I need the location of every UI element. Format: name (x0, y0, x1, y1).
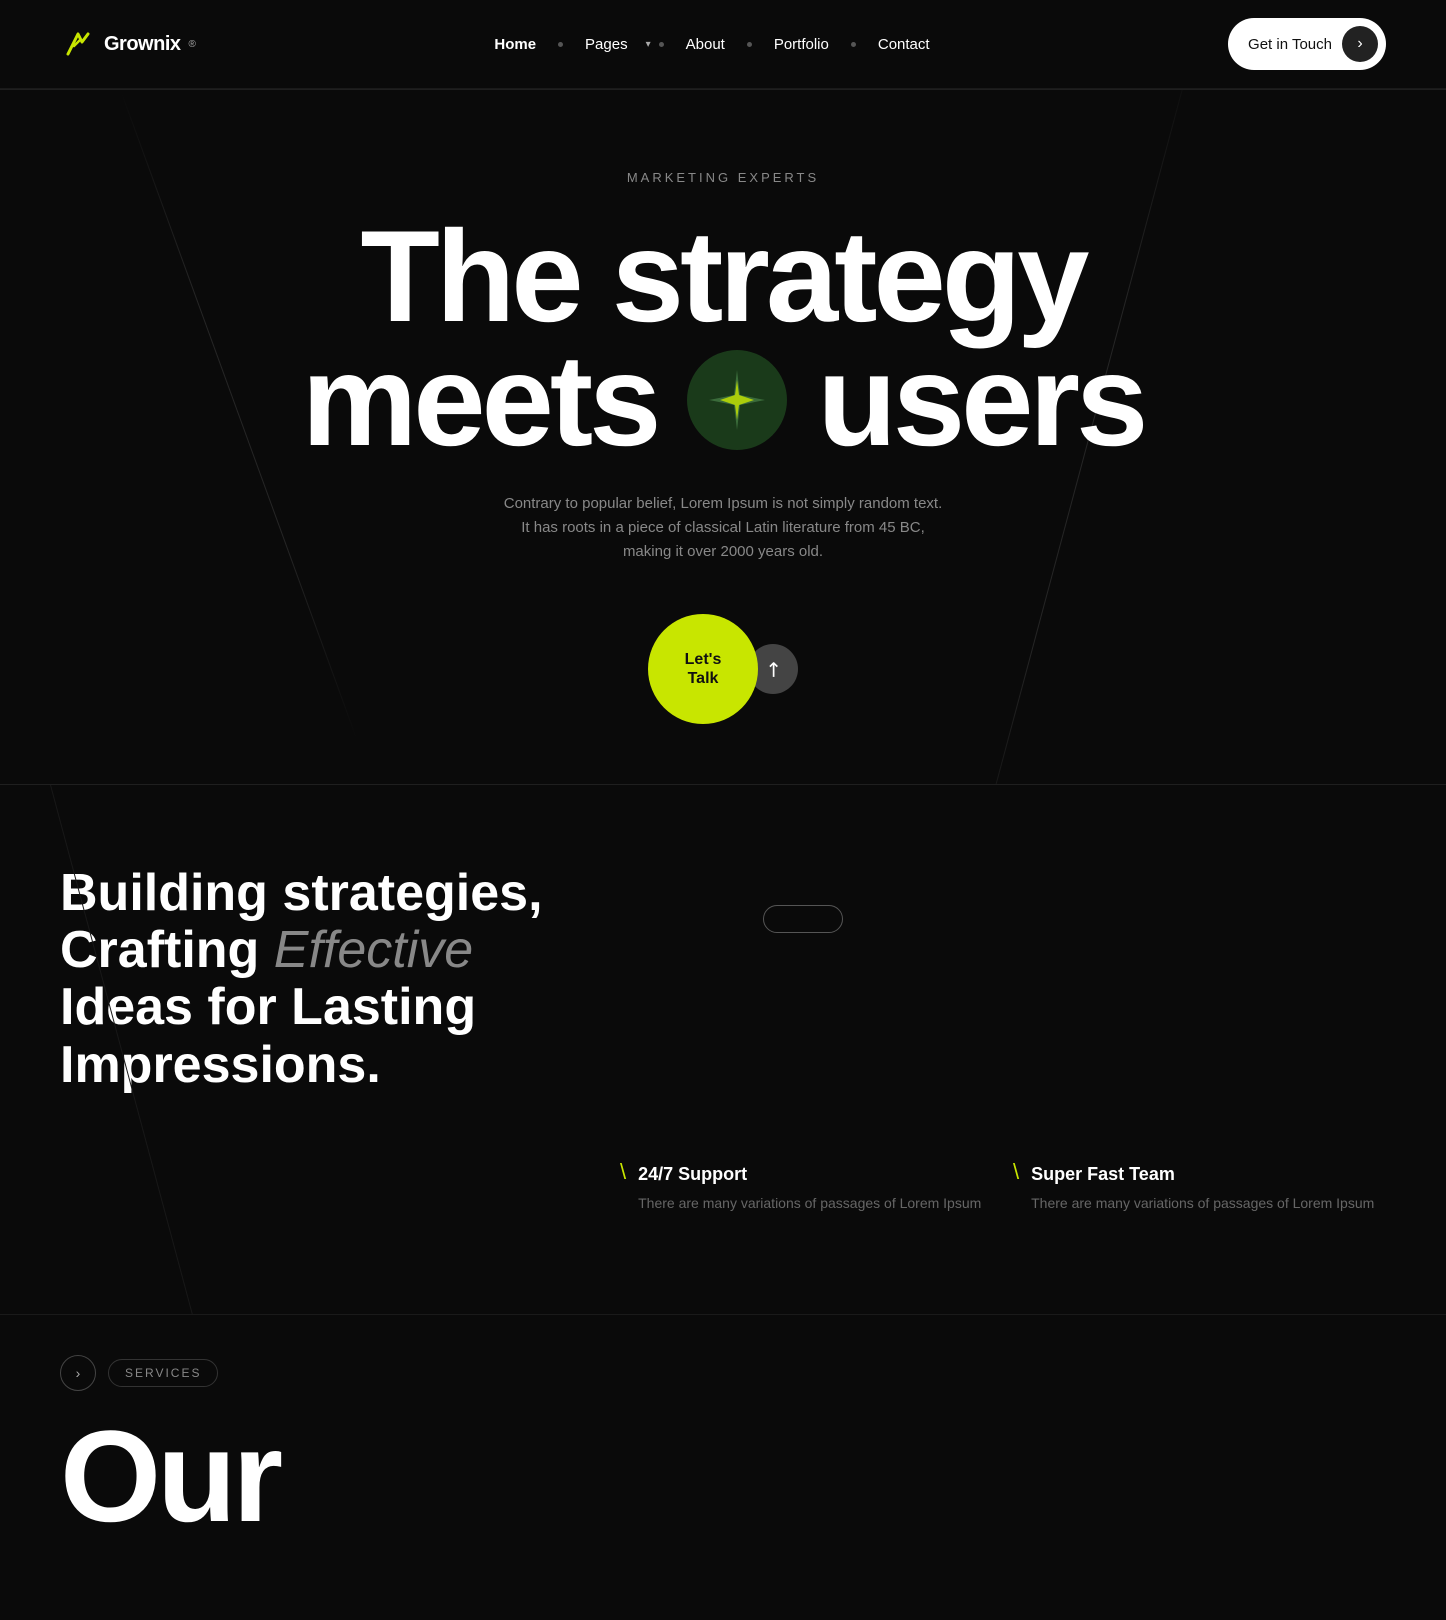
strategies-right (723, 865, 1386, 1124)
nav-item-portfolio[interactable]: Portfolio (760, 30, 843, 59)
nav-item-contact[interactable]: Contact (864, 30, 944, 59)
logo: Grownix ® (60, 26, 196, 62)
nav-link-pages[interactable]: Pages (571, 30, 642, 59)
hero-title-line2: meets users (60, 339, 1386, 463)
arrow-diagonal-icon: ↗ (758, 654, 788, 684)
nav-link-portfolio[interactable]: Portfolio (760, 30, 843, 59)
nav-link-contact[interactable]: Contact (864, 30, 944, 59)
lets-talk-button[interactable]: Let'sTalk (648, 614, 758, 724)
strategies-section: Building strategies, Crafting Effective … (0, 785, 1446, 1314)
feature-desc-support: There are many variations of passages of… (638, 1193, 981, 1214)
strategies-line3: Ideas for Lasting (60, 978, 476, 1036)
pill-decoration (763, 905, 843, 933)
feature-slash-team: \ (1013, 1161, 1019, 1183)
navbar: Grownix ® Home Pages ▾ About Portfolio Co… (0, 0, 1446, 89)
feature-title-team: Super Fast Team (1031, 1164, 1374, 1185)
feature-card-team: \ Super Fast Team There are many variati… (1013, 1144, 1386, 1234)
hero-title-users: users (817, 339, 1144, 463)
arrow-icon: › (1342, 26, 1378, 62)
hero-description: Contrary to popular belief, Lorem Ipsum … (503, 492, 943, 564)
nav-item-pages[interactable]: Pages ▾ (571, 30, 651, 59)
services-preview: › SERVICES Our (0, 1314, 1446, 1561)
feature-title-support: 24/7 Support (638, 1164, 981, 1185)
nav-item-about[interactable]: About (672, 30, 739, 59)
feature-content-team: Super Fast Team There are many variation… (1031, 1164, 1374, 1214)
get-in-touch-label: Get in Touch (1248, 36, 1332, 53)
star-decoration (687, 350, 787, 450)
nav-dot-4 (851, 42, 856, 47)
hero-cta: Let'sTalk ↗ (60, 614, 1386, 724)
hero-title-line1: The strategy (60, 215, 1386, 339)
nav-link-about[interactable]: About (672, 30, 739, 59)
nav-dot-1 (558, 42, 563, 47)
logo-icon (60, 26, 96, 62)
our-heading: Our (60, 1411, 1386, 1541)
lets-talk-label: Let'sTalk (685, 650, 722, 688)
services-tag: › SERVICES (60, 1355, 1386, 1391)
hero-title-meets: meets (302, 339, 658, 463)
strategies-line4: Impressions. (60, 1036, 381, 1094)
logo-text: Grownix (104, 33, 181, 56)
pages-chevron-icon: ▾ (646, 39, 651, 50)
strategies-title: Building strategies, Crafting Effective … (60, 865, 663, 1094)
strategies-line2-start: Crafting (60, 921, 274, 979)
hero-title: The strategy meets users (60, 215, 1386, 462)
services-label: SERVICES (108, 1359, 218, 1387)
nav-item-home[interactable]: Home (480, 30, 550, 59)
feature-slash-support: \ (620, 1161, 626, 1183)
nav-link-home[interactable]: Home (480, 30, 550, 59)
get-in-touch-button[interactable]: Get in Touch › (1228, 18, 1386, 70)
feature-divider-team: \ Super Fast Team There are many variati… (1013, 1164, 1386, 1214)
hero-section: MARKETING EXPERTS The strategy meets use… (0, 90, 1446, 784)
nav-links: Home Pages ▾ About Portfolio Contact (480, 30, 943, 59)
feature-divider-support: \ 24/7 Support There are many variations… (620, 1164, 993, 1214)
services-arrow-icon[interactable]: › (60, 1355, 96, 1391)
logo-sup: ® (189, 39, 196, 50)
feature-content-support: 24/7 Support There are many variations o… (638, 1164, 981, 1214)
feature-desc-team: There are many variations of passages of… (1031, 1193, 1374, 1214)
nav-dot-2 (659, 42, 664, 47)
feature-card-support: \ 24/7 Support There are many variations… (620, 1144, 993, 1234)
strategies-line1: Building strategies, (60, 864, 543, 922)
hero-subtitle: MARKETING EXPERTS (60, 170, 1386, 185)
strategies-left: Building strategies, Crafting Effective … (60, 865, 723, 1124)
strategies-highlight: Effective (274, 921, 473, 979)
nav-dot-3 (747, 42, 752, 47)
features-grid: \ 24/7 Support There are many variations… (620, 1124, 1386, 1234)
